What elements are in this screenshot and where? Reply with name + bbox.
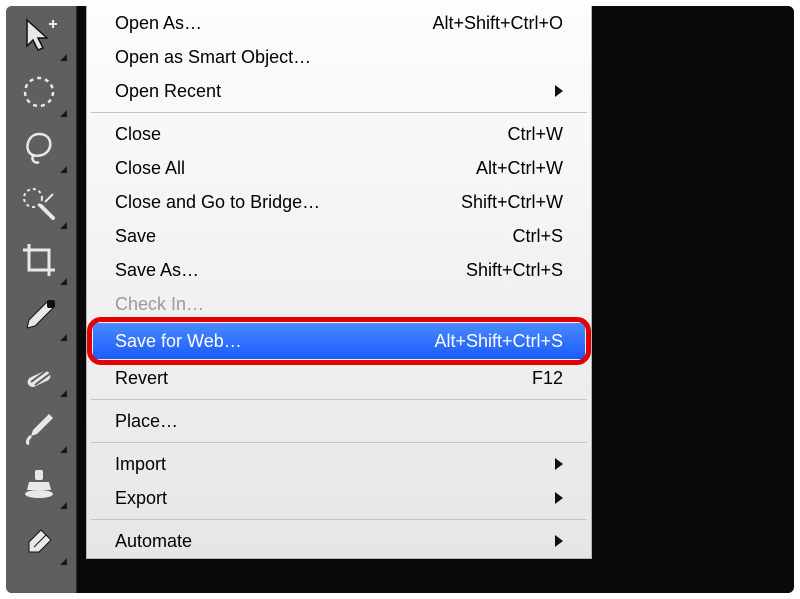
submenu-arrow-icon: [555, 85, 563, 97]
menu-item-shortcut: Shift+Ctrl+S: [466, 260, 563, 281]
menu-item-check-in: Check In…: [87, 287, 591, 321]
menu-item-revert[interactable]: Revert F12: [87, 361, 591, 395]
eyedropper-tool[interactable]: [10, 290, 68, 342]
flyout-indicator-icon: [60, 446, 67, 453]
menu-item-close[interactable]: Close Ctrl+W: [87, 117, 591, 151]
menu-item-label: Close All: [115, 158, 452, 179]
file-menu-dropdown: Open As… Alt+Shift+Ctrl+O Open as Smart …: [86, 6, 592, 559]
workspace: Open As… Alt+Shift+Ctrl+O Open as Smart …: [6, 6, 794, 593]
menu-separator: [91, 442, 587, 443]
menu-item-automate[interactable]: Automate: [87, 524, 591, 558]
menu-item-label: Save for Web…: [115, 331, 410, 352]
menu-item-label: Close and Go to Bridge…: [115, 192, 437, 213]
menu-item-save-for-web-highlight: Save for Web… Alt+Shift+Ctrl+S: [93, 323, 585, 359]
flyout-indicator-icon: [60, 54, 67, 61]
flyout-indicator-icon: [60, 278, 67, 285]
menu-item-label: Place…: [115, 411, 563, 432]
menu-item-close-bridge[interactable]: Close and Go to Bridge… Shift+Ctrl+W: [87, 185, 591, 219]
menu-item-save-as[interactable]: Save As… Shift+Ctrl+S: [87, 253, 591, 287]
menu-item-label: Automate: [115, 531, 531, 552]
menu-item-label: Import: [115, 454, 531, 475]
flyout-indicator-icon: [60, 334, 67, 341]
menu-item-open-smart-object[interactable]: Open as Smart Object…: [87, 40, 591, 74]
brush-tool[interactable]: [10, 402, 68, 454]
submenu-arrow-icon: [555, 492, 563, 504]
crop-tool-icon: [18, 239, 60, 281]
menu-item-shortcut: Alt+Ctrl+W: [476, 158, 563, 179]
menu-item-label: Close: [115, 124, 484, 145]
brush-tool-icon: [18, 407, 60, 449]
menu-item-save[interactable]: Save Ctrl+S: [87, 219, 591, 253]
clone-stamp-tool[interactable]: [10, 458, 68, 510]
flyout-indicator-icon: [60, 166, 67, 173]
quick-selection-tool[interactable]: [10, 178, 68, 230]
menu-item-open-recent[interactable]: Open Recent: [87, 74, 591, 108]
move-tool[interactable]: [10, 10, 68, 62]
menu-item-label: Open As…: [115, 13, 408, 34]
flyout-indicator-icon: [60, 502, 67, 509]
clone-stamp-tool-icon: [18, 463, 60, 505]
marquee-tool-icon: [18, 71, 60, 113]
lasso-tool[interactable]: [10, 122, 68, 174]
marquee-tool[interactable]: [10, 66, 68, 118]
menu-item-label: Revert: [115, 368, 508, 389]
menu-item-shortcut: Shift+Ctrl+W: [461, 192, 563, 213]
flyout-indicator-icon: [60, 390, 67, 397]
crop-tool[interactable]: [10, 234, 68, 286]
healing-brush-tool[interactable]: [10, 346, 68, 398]
flyout-indicator-icon: [60, 558, 67, 565]
menu-item-label: Export: [115, 488, 531, 509]
flyout-indicator-icon: [60, 222, 67, 229]
lasso-tool-icon: [18, 127, 60, 169]
menu-item-shortcut: Ctrl+W: [508, 124, 564, 145]
app-window: Open As… Alt+Shift+Ctrl+O Open as Smart …: [0, 0, 800, 599]
move-tool-icon: [18, 15, 60, 57]
menu-separator: [91, 399, 587, 400]
menu-separator: [91, 112, 587, 113]
submenu-arrow-icon: [555, 458, 563, 470]
menu-item-shortcut: Alt+Shift+Ctrl+O: [432, 13, 563, 34]
submenu-arrow-icon: [555, 535, 563, 547]
menu-separator: [91, 519, 587, 520]
healing-brush-tool-icon: [18, 351, 60, 393]
eyedropper-tool-icon: [18, 295, 60, 337]
menu-item-label: Save As…: [115, 260, 442, 281]
menu-item-place[interactable]: Place…: [87, 404, 591, 438]
menu-item-open-as[interactable]: Open As… Alt+Shift+Ctrl+O: [87, 6, 591, 40]
eraser-tool-icon: [18, 519, 60, 561]
quick-selection-tool-icon: [18, 183, 60, 225]
menu-item-shortcut: Alt+Shift+Ctrl+S: [434, 331, 563, 352]
menu-item-shortcut: F12: [532, 368, 563, 389]
flyout-indicator-icon: [60, 110, 67, 117]
eraser-tool[interactable]: [10, 514, 68, 566]
menu-item-shortcut: Ctrl+S: [512, 226, 563, 247]
menu-item-close-all[interactable]: Close All Alt+Ctrl+W: [87, 151, 591, 185]
menu-item-label: Open as Smart Object…: [115, 47, 563, 68]
menu-item-label: Open Recent: [115, 81, 531, 102]
menu-item-save-for-web[interactable]: Save for Web… Alt+Shift+Ctrl+S: [93, 323, 585, 359]
menu-item-import[interactable]: Import: [87, 447, 591, 481]
tools-panel: [6, 6, 77, 593]
menu-item-label: Save: [115, 226, 488, 247]
menu-item-label: Check In…: [115, 294, 563, 315]
menu-item-export[interactable]: Export: [87, 481, 591, 515]
